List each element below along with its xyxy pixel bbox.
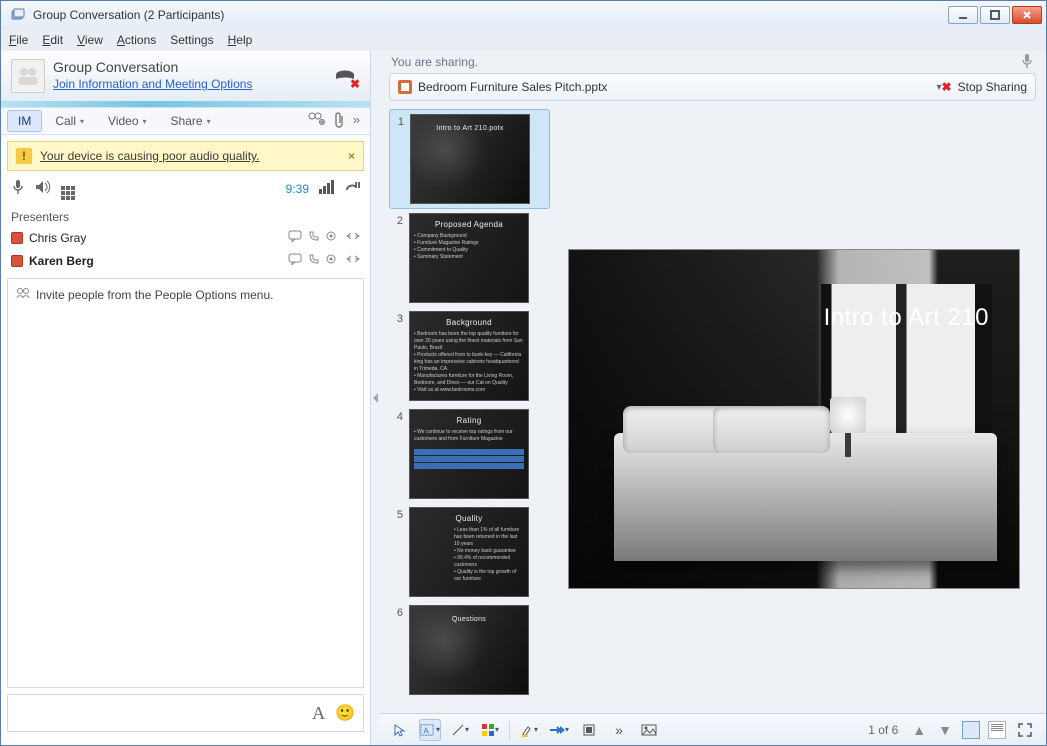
thumb-2[interactable]: 2 Proposed Agenda • Company Background •… [389, 209, 550, 307]
color-tool[interactable]: ▾ [479, 719, 501, 741]
warning-text[interactable]: Your device is causing poor audio qualit… [40, 149, 340, 163]
participant-row[interactable]: Karen Berg [1, 249, 370, 272]
signal-icon [319, 180, 334, 197]
more-icon[interactable]: » [353, 112, 360, 131]
thumb-4[interactable]: 4 Rating • We continue to receive top ra… [389, 405, 550, 503]
sharing-status: You are sharing. [391, 55, 478, 69]
overflow-tool[interactable]: » [608, 719, 630, 741]
powerpoint-icon [398, 80, 412, 94]
notes-view[interactable] [988, 721, 1006, 739]
call-icon[interactable] [308, 253, 320, 268]
titlebar: Group Conversation (2 Participants) [1, 1, 1046, 29]
chat-log: Invite people from the People Options me… [7, 278, 364, 688]
conversation-header: Group Conversation Join Information and … [1, 51, 370, 101]
pane-splitter[interactable] [371, 51, 379, 745]
mode-toolbar: IM Call▾ Video▾ Share▾ » [1, 107, 370, 135]
main-slide: Intro to Art 210 [568, 249, 1020, 589]
thumb-6[interactable]: 6 Questions [389, 601, 550, 699]
svg-text:A: A [423, 726, 429, 735]
share-icon[interactable] [346, 253, 360, 268]
share-icon[interactable] [346, 230, 360, 245]
arrow-tool[interactable]: ▾ [548, 719, 570, 741]
warning-close[interactable]: × [348, 149, 355, 163]
shared-file-selector[interactable]: Bedroom Furniture Sales Pitch.pptx ▾ ✖St… [389, 73, 1036, 101]
im-icon[interactable] [288, 253, 302, 268]
font-button[interactable]: A [312, 703, 325, 724]
menu-edit[interactable]: Edit [42, 33, 63, 47]
call-duration: 9:39 [286, 182, 309, 196]
menu-view[interactable]: View [77, 33, 103, 47]
chat-input[interactable]: A 🙂 [7, 694, 364, 732]
shared-file-name: Bedroom Furniture Sales Pitch.pptx [418, 80, 931, 94]
stamp-tool[interactable] [578, 719, 600, 741]
video-icon[interactable] [326, 253, 340, 268]
mic-indicator-icon [1020, 53, 1034, 72]
dialpad-icon[interactable] [61, 177, 75, 200]
thumb-5[interactable]: 5 Quality • Less than 1% of all furnitur… [389, 503, 550, 601]
slide-title: Intro to Art 210 [824, 304, 989, 332]
people-icon [16, 287, 30, 302]
pointer-tool[interactable] [389, 719, 411, 741]
thumb-3[interactable]: 3 Background • Bedroom has been the top … [389, 307, 550, 405]
menubar: File Edit View Actions Settings Help [1, 29, 1046, 51]
people-options-icon[interactable] [307, 112, 325, 131]
conversation-title: Group Conversation [53, 59, 252, 75]
presenters-label: Presenters [1, 206, 370, 226]
next-slide[interactable]: ▼ [936, 722, 954, 738]
audio-warning: ! Your device is causing poor audio qual… [7, 141, 364, 171]
menu-file[interactable]: File [9, 33, 28, 47]
highlighter-tool[interactable]: ▾ [518, 719, 540, 741]
slide-toolbar: A▾ ▾ ▾ ▾ ▾ » 1 of 6 ▲ ▼ [379, 713, 1046, 745]
audio-controls: 9:39 [1, 171, 370, 206]
image-tool[interactable] [638, 719, 660, 741]
tab-share[interactable]: Share▾ [160, 110, 222, 132]
app-icon [11, 7, 27, 23]
presence-icon [11, 232, 23, 244]
call-icon[interactable] [308, 230, 320, 245]
window-title: Group Conversation (2 Participants) [33, 8, 948, 22]
video-icon[interactable] [326, 230, 340, 245]
presence-icon [11, 255, 23, 267]
warning-icon: ! [16, 148, 32, 164]
menu-actions[interactable]: Actions [117, 33, 156, 47]
maximize-button[interactable] [980, 6, 1010, 24]
tab-call[interactable]: Call▾ [44, 110, 95, 132]
thumb-1[interactable]: 1 Intro to Art 210.potx [389, 109, 550, 209]
group-avatar [11, 59, 45, 93]
thumbnail-view[interactable] [962, 721, 980, 739]
slide-counter: 1 of 6 [868, 723, 898, 737]
mic-icon[interactable] [11, 179, 25, 198]
text-select-tool[interactable]: A▾ [419, 719, 441, 741]
fullscreen-button[interactable] [1014, 719, 1036, 741]
speaker-icon[interactable] [35, 180, 51, 197]
attach-icon[interactable] [333, 112, 345, 131]
conversation-pane: Group Conversation Join Information and … [1, 51, 371, 745]
hold-icon[interactable] [344, 180, 360, 197]
emoji-button[interactable]: 🙂 [335, 703, 355, 723]
minimize-button[interactable] [948, 6, 978, 24]
menu-help[interactable]: Help [228, 33, 253, 47]
chat-hint: Invite people from the People Options me… [36, 288, 273, 302]
close-button[interactable] [1012, 6, 1042, 24]
meeting-options-link[interactable]: Join Information and Meeting Options [53, 77, 252, 91]
slide-thumbnails: 1 Intro to Art 210.potx 2 Proposed Agend… [389, 109, 554, 707]
stop-sharing-button[interactable]: ✖Stop Sharing [942, 80, 1027, 94]
line-tool[interactable]: ▾ [449, 719, 471, 741]
tab-video[interactable]: Video▾ [97, 110, 158, 132]
im-icon[interactable] [288, 230, 302, 245]
menu-settings[interactable]: Settings [170, 33, 213, 47]
tab-im[interactable]: IM [7, 110, 42, 132]
prev-slide[interactable]: ▲ [910, 722, 928, 738]
participant-row[interactable]: Chris Gray [1, 226, 370, 249]
sharing-pane: You are sharing. Bedroom Furniture Sales… [379, 51, 1046, 745]
end-call-icon[interactable]: ✖ [332, 61, 358, 89]
